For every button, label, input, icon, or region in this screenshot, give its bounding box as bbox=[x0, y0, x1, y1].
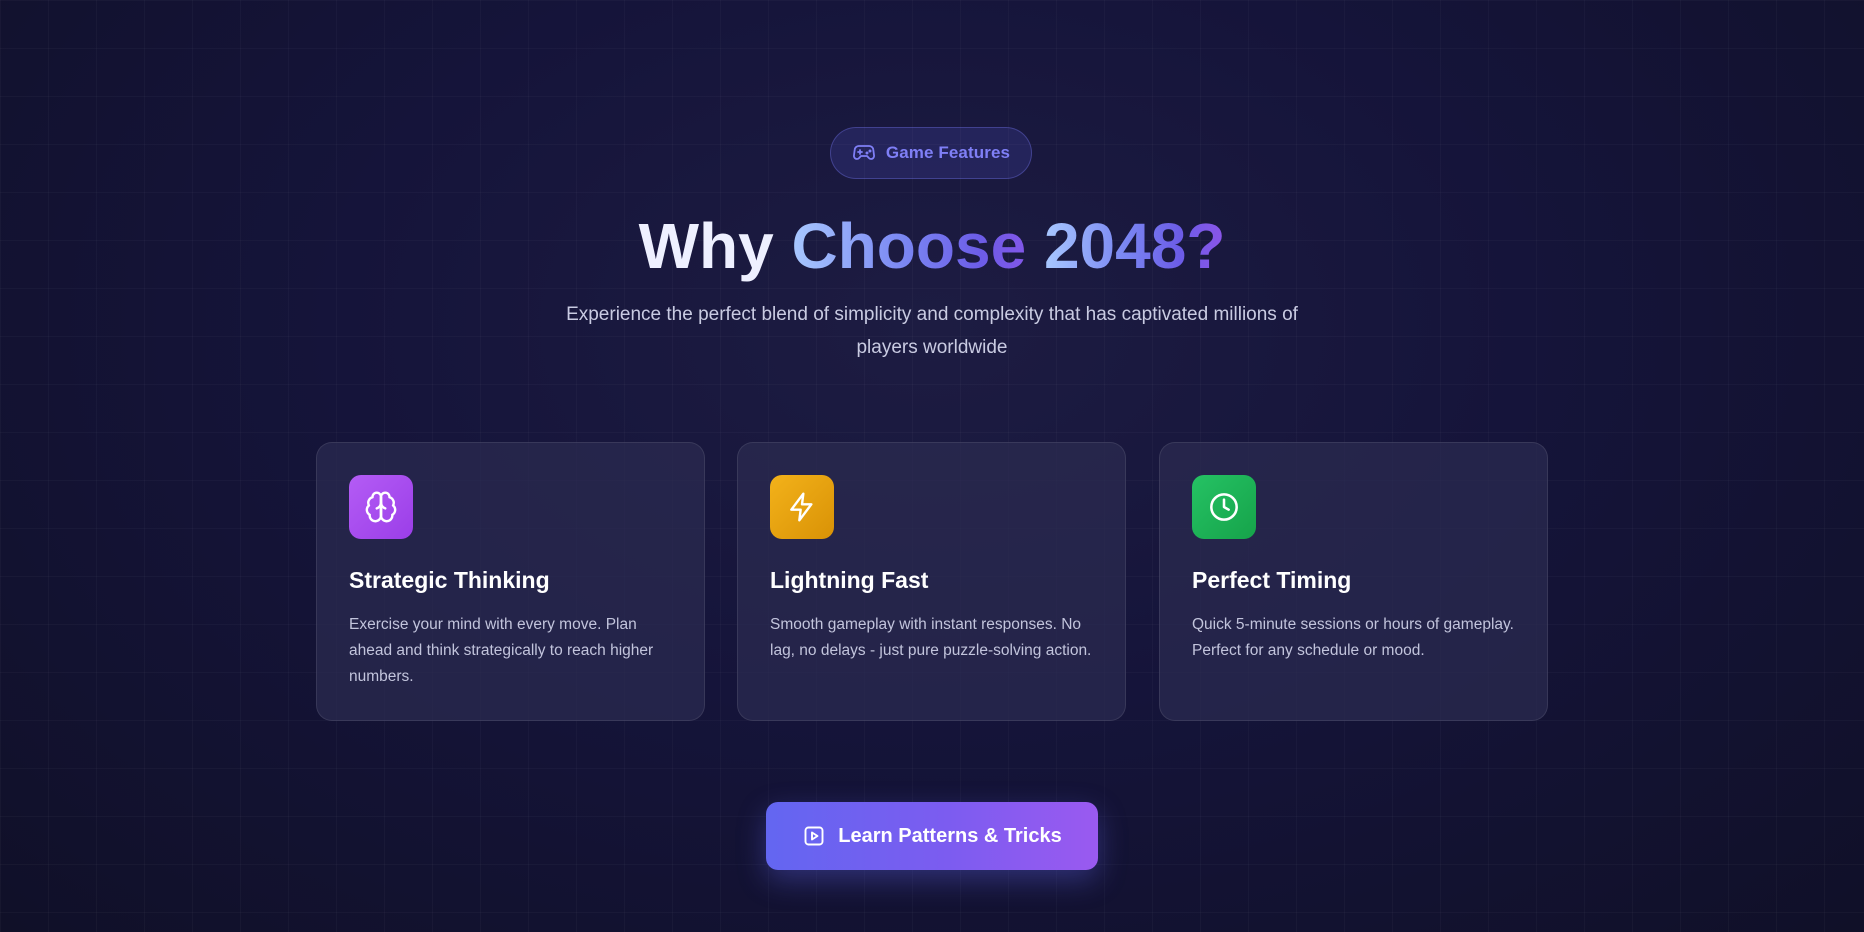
feature-description: Exercise your mind with every move. Plan… bbox=[349, 616, 654, 685]
gamepad-icon bbox=[852, 141, 876, 165]
clock-icon bbox=[1208, 491, 1240, 523]
play-square-icon bbox=[802, 824, 826, 848]
feature-description: Quick 5-minute sessions or hours of game… bbox=[1192, 616, 1514, 659]
section-subtitle: Experience the perfect blend of simplici… bbox=[566, 304, 1298, 358]
brain-icon bbox=[364, 490, 398, 524]
features-section: Game Features Why Choose 2048? Experienc… bbox=[0, 0, 1864, 932]
feature-title: Lightning Fast bbox=[770, 567, 929, 593]
section-title: Why Choose 2048? bbox=[0, 206, 1864, 286]
title-part-plain: Why bbox=[638, 210, 792, 282]
badge-label: Game Features bbox=[885, 143, 1011, 162]
title-part-gradient: Choose bbox=[791, 210, 1044, 282]
feature-icon-tile bbox=[770, 475, 834, 539]
feature-card-perfect-timing: Perfect Timing Quick 5-minute sessions o… bbox=[1159, 442, 1548, 721]
feature-title: Perfect Timing bbox=[1192, 567, 1352, 593]
lightning-icon bbox=[786, 491, 818, 523]
feature-icon-tile bbox=[1192, 475, 1256, 539]
feature-description: Smooth gameplay with instant responses. … bbox=[770, 616, 1092, 659]
feature-icon-tile bbox=[349, 475, 413, 539]
feature-card-lightning-fast: Lightning Fast Smooth gameplay with inst… bbox=[737, 442, 1126, 721]
feature-title: Strategic Thinking bbox=[349, 567, 550, 593]
cta-label: Learn Patterns & Tricks bbox=[838, 824, 1062, 847]
learn-patterns-button[interactable]: Learn Patterns & Tricks bbox=[766, 802, 1098, 870]
title-part-number: 2048? bbox=[1043, 210, 1226, 282]
section-badge: Game Features bbox=[830, 127, 1032, 179]
feature-card-strategic-thinking: Strategic Thinking Exercise your mind wi… bbox=[316, 442, 705, 721]
